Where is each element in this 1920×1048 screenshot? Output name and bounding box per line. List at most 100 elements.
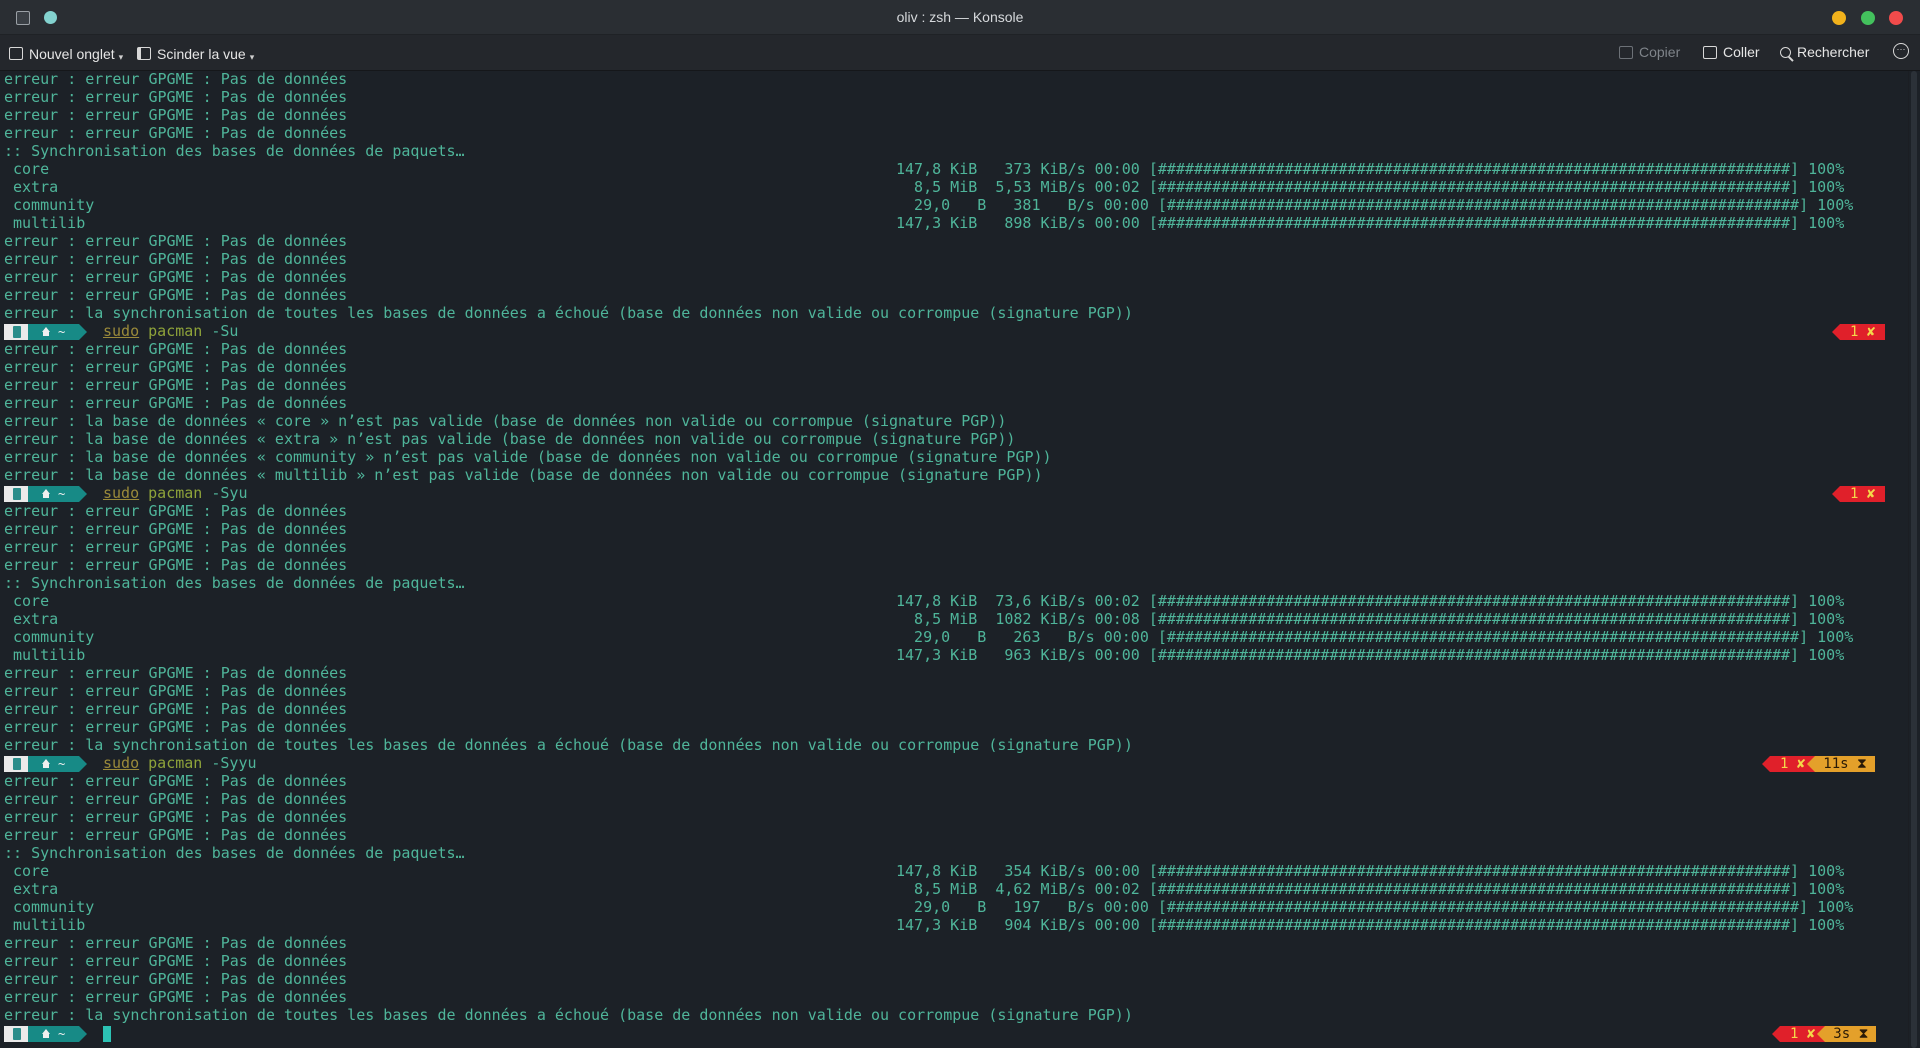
- duration-badge: 3s ⧗: [1817, 1026, 1877, 1042]
- os-icon: [4, 486, 36, 502]
- error-status-badge: 1 ✘: [1831, 324, 1886, 340]
- command-input[interactable]: [103, 1024, 111, 1042]
- prompt-dir: ~: [58, 757, 66, 771]
- command-line: sudo pacman -Syyu: [103, 754, 257, 772]
- terminal-line: erreur : la synchronisation de toutes le…: [4, 736, 1133, 754]
- terminal-line: erreur : erreur GPGME : Pas de données: [4, 520, 348, 538]
- terminal-line: erreur : erreur GPGME : Pas de données: [4, 772, 348, 790]
- cmd-program: pacman: [148, 322, 203, 340]
- minimize-button[interactable]: [1832, 11, 1846, 25]
- terminal-line: erreur : erreur GPGME : Pas de données: [4, 124, 348, 142]
- terminal-line: erreur : la synchronisation de toutes le…: [4, 1006, 1133, 1024]
- copy-icon: [1619, 45, 1633, 59]
- window-title: oliv : zsh — Konsole: [896, 9, 1024, 25]
- terminal-line: erreur : erreur GPGME : Pas de données: [4, 250, 348, 268]
- command-line: sudo pacman -Su: [103, 322, 238, 340]
- prompt-dir-segment: ~: [28, 1026, 88, 1042]
- terminal-line: erreur : erreur GPGME : Pas de données: [4, 664, 348, 682]
- terminal-line: erreur : erreur GPGME : Pas de données: [4, 286, 348, 304]
- terminal-line: erreur : la base de données « multilib »…: [4, 466, 1043, 484]
- repo-progress: 8,5 MiB 5,53 MiB/s 00:02 [##############…: [896, 178, 1845, 196]
- scrollbar-thumb[interactable]: [1911, 71, 1917, 1048]
- split-view-icon: [137, 47, 151, 60]
- text-cursor: [103, 1025, 111, 1042]
- repo-progress: 8,5 MiB 4,62 MiB/s 00:02 [##############…: [896, 880, 1845, 898]
- new-tab-button[interactable]: Nouvel onglet ▾: [9, 44, 123, 63]
- search-label: Rechercher: [1797, 44, 1870, 60]
- more-options-icon[interactable]: ···: [1893, 43, 1909, 59]
- cmd-sudo: sudo: [103, 754, 140, 772]
- repo-name: core: [13, 862, 50, 880]
- copy-button[interactable]: Copier: [1619, 44, 1680, 60]
- terminal-line: erreur : erreur GPGME : Pas de données: [4, 394, 348, 412]
- terminal-line: erreur : erreur GPGME : Pas de données: [4, 232, 348, 250]
- repo-progress: 147,8 KiB 73,6 KiB/s 00:02 [############…: [896, 592, 1845, 610]
- repo-name: extra: [13, 178, 59, 196]
- status-segment: 1 ✘ 3s ⧗: [1771, 1026, 1877, 1042]
- terminal-line: erreur : erreur GPGME : Pas de données: [4, 70, 348, 88]
- repo-progress: 8,5 MiB 1082 KiB/s 00:08 [##############…: [896, 610, 1845, 628]
- maximize-button[interactable]: [1861, 11, 1875, 25]
- terminal-line: erreur : erreur GPGME : Pas de données: [4, 682, 348, 700]
- close-button[interactable]: [1889, 11, 1903, 25]
- os-icon: [4, 756, 36, 772]
- title-bar: oliv : zsh — Konsole: [0, 0, 1920, 35]
- status-segment: 1 ✘ 11s ⧗: [1761, 756, 1875, 772]
- repo-progress: 29,0 B 263 B/s 00:00 [##################…: [896, 628, 1854, 646]
- split-view-label: Scinder la vue: [157, 45, 246, 62]
- terminal-line: erreur : erreur GPGME : Pas de données: [4, 826, 348, 844]
- cmd-program: pacman: [148, 754, 203, 772]
- terminal-line: erreur : erreur GPGME : Pas de données: [4, 502, 348, 520]
- terminal-output[interactable]: erreur : erreur GPGME : Pas de données e…: [0, 70, 1908, 1048]
- repo-progress: 147,3 KiB 898 KiB/s 00:00 [#############…: [896, 214, 1845, 232]
- repo-name: extra: [13, 610, 59, 628]
- home-icon: [42, 327, 50, 336]
- terminal-line: erreur : erreur GPGME : Pas de données: [4, 952, 348, 970]
- repo-name: community: [13, 628, 95, 646]
- new-tab-label: Nouvel onglet: [29, 45, 115, 62]
- terminal-line: erreur : erreur GPGME : Pas de données: [4, 376, 348, 394]
- repo-name: community: [13, 898, 95, 916]
- terminal-line: erreur : erreur GPGME : Pas de données: [4, 970, 348, 988]
- terminal-line: erreur : erreur GPGME : Pas de données: [4, 358, 348, 376]
- prompt-dir: ~: [58, 325, 66, 339]
- status-segment: 1 ✘: [1831, 486, 1886, 502]
- chevron-down-icon[interactable]: ▾: [250, 52, 255, 63]
- terminal-line: :: Synchronisation des bases de données …: [4, 142, 465, 160]
- status-segment: 1 ✘: [1831, 324, 1886, 340]
- terminal-line: erreur : erreur GPGME : Pas de données: [4, 340, 348, 358]
- repo-progress: 147,3 KiB 963 KiB/s 00:00 [#############…: [896, 646, 1845, 664]
- os-icon: [4, 324, 36, 340]
- home-icon: [42, 759, 50, 768]
- repo-progress: 29,0 B 381 B/s 00:00 [##################…: [896, 196, 1854, 214]
- chevron-down-icon[interactable]: ▾: [119, 52, 124, 63]
- copy-label: Copier: [1639, 44, 1681, 60]
- terminal-line: erreur : erreur GPGME : Pas de données: [4, 988, 348, 1006]
- terminal-line: erreur : erreur GPGME : Pas de données: [4, 718, 348, 736]
- repo-progress: 147,8 KiB 354 KiB/s 00:00 [#############…: [896, 862, 1845, 880]
- repo-progress: 147,3 KiB 904 KiB/s 00:00 [#############…: [896, 916, 1845, 934]
- cmd-args: -Su: [211, 322, 239, 340]
- command-line: sudo pacman -Syu: [103, 484, 248, 502]
- terminal-line: erreur : erreur GPGME : Pas de données: [4, 556, 348, 574]
- scrollbar[interactable]: [1909, 71, 1920, 1048]
- prompt-dir: ~: [58, 1027, 66, 1041]
- repo-name: multilib: [13, 916, 86, 934]
- terminal-line: :: Synchronisation des bases de données …: [4, 574, 465, 592]
- terminal-line: :: Synchronisation des bases de données …: [4, 844, 465, 862]
- prompt-dir-segment: ~: [28, 324, 88, 340]
- os-icon: [4, 1026, 36, 1042]
- paste-label: Coller: [1723, 44, 1760, 60]
- shell-prompt: ~: [4, 756, 88, 772]
- paste-button[interactable]: Coller: [1703, 44, 1760, 60]
- error-status-badge: 1 ✘: [1831, 486, 1886, 502]
- split-view-button[interactable]: Scinder la vue ▾: [137, 44, 254, 63]
- repo-progress: 29,0 B 197 B/s 00:00 [##################…: [896, 898, 1854, 916]
- terminal-line: erreur : erreur GPGME : Pas de données: [4, 934, 348, 952]
- terminal-line: erreur : erreur GPGME : Pas de données: [4, 538, 348, 556]
- shell-prompt: ~: [4, 1026, 88, 1042]
- shell-prompt: ~: [4, 486, 88, 502]
- repo-name: multilib: [13, 214, 86, 232]
- search-button[interactable]: Rechercher: [1780, 44, 1869, 60]
- cmd-sudo: sudo: [103, 484, 140, 502]
